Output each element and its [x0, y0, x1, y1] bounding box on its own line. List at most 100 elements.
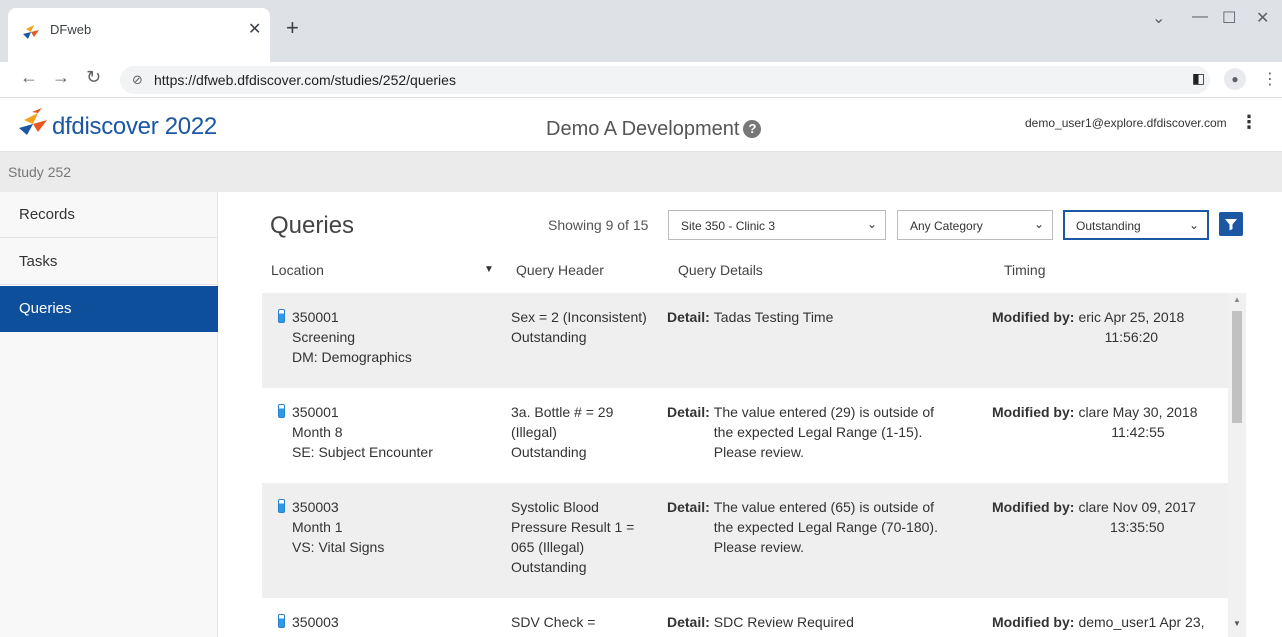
sidebar-item-queries[interactable]: Queries [0, 286, 218, 332]
form-name: SE: Subject Encounter [292, 444, 433, 460]
study-bar: Study 252 [0, 152, 1282, 192]
form-name: VS: Vital Signs [292, 539, 385, 555]
detail-line: Please review. [713, 539, 805, 555]
maximize-icon[interactable]: ☐ [1222, 8, 1236, 28]
detail-label: Detail: [667, 309, 710, 325]
subject-id: 350003 [292, 499, 339, 515]
study-title: Demo A Development? [546, 118, 762, 141]
filter-icon [1225, 219, 1237, 231]
modified-by-label: Modified by: [992, 309, 1075, 325]
column-header-query-details[interactable]: Query Details [678, 262, 763, 278]
location-cell: 350003 Month 1 VS: Vital Signs [292, 497, 384, 557]
status-filter-select[interactable]: Outstanding ⌄ [1063, 210, 1209, 240]
query-details-cell: Detail: The value entered (65) is outsid… [667, 497, 987, 557]
detail-label: Detail: [667, 499, 710, 515]
query-header-line: 3a. Bottle # = 29 [511, 404, 614, 420]
sidebar-item-records[interactable]: Records [0, 192, 218, 238]
query-status-icon [278, 309, 285, 323]
query-header-cell: Sex = 2 (Inconsistent) Outstanding [511, 307, 663, 347]
category-filter-value: Any Category [910, 219, 983, 233]
modified-time: 13:35:50 [1109, 519, 1165, 535]
scroll-down-icon[interactable]: ▼ [1233, 619, 1241, 628]
new-tab-icon[interactable]: + [286, 17, 299, 39]
browser-tab[interactable]: DFweb ✕ [8, 8, 270, 62]
query-header-line: Systolic Blood [511, 499, 599, 515]
user-menu-icon[interactable]: ⋮ [1240, 112, 1258, 133]
window-close-icon[interactable]: ✕ [1256, 8, 1269, 28]
table-scrollbar[interactable]: ▲ ▼ [1228, 293, 1246, 637]
dfdiscover-favicon-icon [23, 25, 39, 39]
url-text[interactable]: https://dfweb.dfdiscover.com/studies/252… [154, 72, 456, 88]
column-header-timing[interactable]: Timing [1004, 262, 1046, 278]
forward-icon[interactable]: → [52, 67, 70, 88]
table-row[interactable]: 350003 SDV Check = Detail: SDC Review Re… [262, 598, 1228, 637]
form-name: DM: Demographics [292, 349, 412, 365]
table-row[interactable]: 350003 Month 1 VS: Vital Signs Systolic … [262, 483, 1228, 598]
status-filter-value: Outstanding [1076, 219, 1141, 233]
scroll-thumb[interactable] [1232, 311, 1242, 423]
query-status: Outstanding [511, 329, 587, 345]
query-header-cell: 3a. Bottle # = 29 (Illegal) Outstanding [511, 402, 663, 462]
column-header-location[interactable]: Location [271, 262, 324, 278]
detail-line: Please review. [713, 444, 805, 460]
detail-label: Detail: [667, 614, 710, 630]
detail-line: Tadas Testing Time [713, 309, 834, 325]
user-email[interactable]: demo_user1@explore.dfdiscover.com [1025, 116, 1227, 130]
sort-descending-icon[interactable]: ▼ [484, 264, 494, 275]
modified-by-label: Modified by: [992, 499, 1075, 515]
query-status-icon [278, 614, 285, 628]
modified-by-label: Modified by: [992, 404, 1075, 420]
filter-button[interactable] [1219, 212, 1243, 236]
detail-line: The value entered (29) is outside of [713, 404, 935, 420]
query-status-icon [278, 404, 285, 418]
subject-id: 350001 [292, 309, 339, 325]
tab-search-icon[interactable]: ⌄ [1152, 8, 1165, 28]
detail-line: The value entered (65) is outside of [713, 499, 935, 515]
tab-title: DFweb [50, 22, 92, 37]
app-logo-text: dfdiscover 2022 [52, 113, 217, 140]
site-info-icon[interactable]: ⊘ [132, 72, 143, 88]
column-header-query-header[interactable]: Query Header [516, 262, 604, 278]
modified-time: 11:42:55 [1111, 424, 1165, 440]
query-header-line: Sex = 2 (Inconsistent) [511, 309, 647, 325]
query-header-line: Pressure Result 1 = [511, 519, 635, 535]
visit-name: Screening [292, 329, 356, 345]
location-cell: 350003 [292, 612, 339, 632]
modified-by-value: clare Nov 09, 2017 [1078, 499, 1196, 515]
category-filter-select[interactable]: Any Category ⌄ [897, 210, 1053, 240]
modified-by-value: demo_user1 Apr 23, [1078, 614, 1205, 630]
back-icon[interactable]: ← [20, 67, 38, 88]
subject-id: 350003 [292, 614, 339, 630]
table-row[interactable]: 350001 Month 8 SE: Subject Encounter 3a.… [262, 388, 1228, 483]
omnibox[interactable]: ⊘ https://dfweb.dfdiscover.com/studies/2… [120, 66, 1210, 94]
browser-menu-icon[interactable]: ⋮ [1262, 69, 1278, 89]
browser-tab-bar: DFweb ✕ + ⌄ — ☐ ✕ [0, 0, 1282, 62]
scroll-up-icon[interactable]: ▲ [1233, 295, 1241, 304]
reload-icon[interactable]: ↻ [86, 67, 101, 88]
query-status-icon [278, 499, 285, 513]
site-filter-select[interactable]: Site 350 - Clinic 3 ⌄ [668, 210, 886, 240]
profile-icon[interactable]: ● [1224, 68, 1246, 90]
address-bar: ← → ↻ ⊘ https://dfweb.dfdiscover.com/stu… [0, 62, 1282, 98]
detail-label: Detail: [667, 404, 710, 420]
modified-time: 11:56:20 [1104, 329, 1159, 345]
visit-name: Month 1 [292, 519, 343, 535]
side-panel-icon[interactable]: ◧ [1192, 70, 1205, 87]
site-filter-value: Site 350 - Clinic 3 [681, 219, 776, 233]
tab-close-icon[interactable]: ✕ [248, 19, 261, 39]
queries-table: 350001 Screening DM: Demographics Sex = … [262, 293, 1246, 637]
query-header-cell: SDV Check = [511, 612, 663, 632]
app-header: dfdiscover 2022 Demo A Development? demo… [0, 98, 1282, 152]
detail-line: SDC Review Required [713, 614, 854, 630]
minimize-icon[interactable]: — [1192, 8, 1208, 26]
modified-by-label: Modified by: [992, 614, 1075, 630]
help-icon[interactable]: ? [743, 120, 762, 138]
modified-by-value: clare May 30, 2018 [1078, 404, 1198, 420]
visit-name: Month 8 [292, 424, 343, 440]
location-cell: 350001 Month 8 SE: Subject Encounter [292, 402, 433, 462]
sidebar-item-tasks[interactable]: Tasks [0, 239, 218, 285]
table-row[interactable]: 350001 Screening DM: Demographics Sex = … [262, 293, 1228, 388]
timing-cell: Modified by: clare Nov 09, 2017 13:35:50 [992, 497, 1222, 537]
query-details-cell: Detail: The value entered (29) is outsid… [667, 402, 987, 462]
timing-cell: Modified by: clare May 30, 2018 11:42:55 [992, 402, 1222, 442]
